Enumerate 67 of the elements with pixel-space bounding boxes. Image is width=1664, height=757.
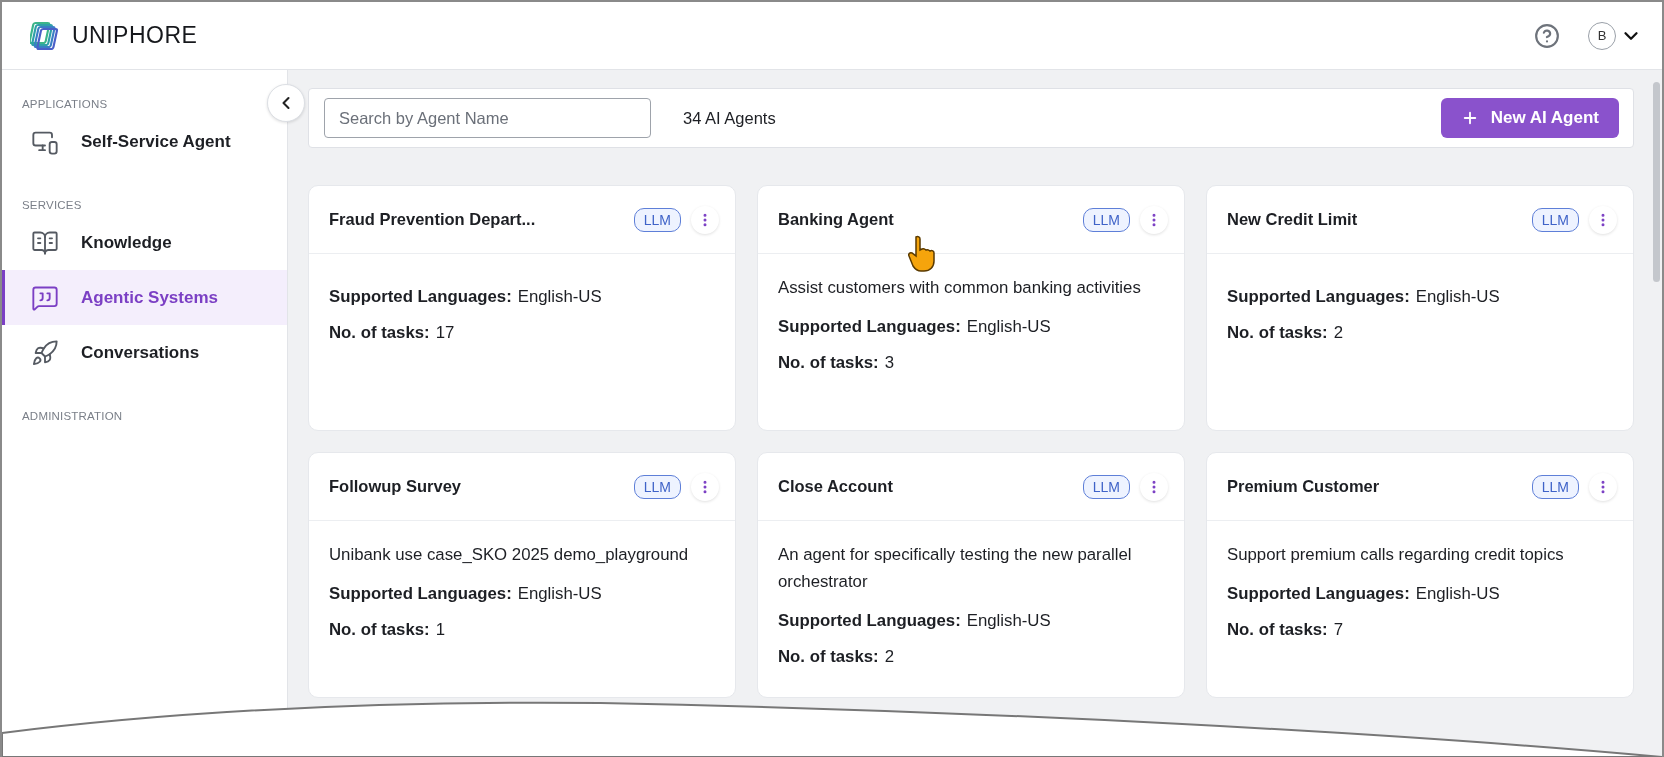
field-label: Supported Languages: <box>1227 286 1410 308</box>
collapse-sidebar-button[interactable] <box>267 84 305 122</box>
llm-badge: LLM <box>1531 474 1579 499</box>
field-value: 17 <box>435 322 455 344</box>
agent-card[interactable]: Fraud Prevention Depart... LLM Supported Languages: English-US No. of tasks: 17 <box>308 185 736 431</box>
card-title: Fraud Prevention Depart... <box>329 210 537 229</box>
section-title: ADMINISTRATION <box>21 410 124 422</box>
agent-card[interactable]: Followup Survey LLM Unibank use case_SKO 2025 demo_playground Supported Languages: English-US No. of tasks: 1 <box>308 452 736 698</box>
field-label: Supported Languages: <box>329 583 512 605</box>
field-label: No. of tasks: <box>1227 619 1328 641</box>
field-label: Supported Languages: <box>778 610 961 632</box>
card-title: Close Account <box>778 477 894 496</box>
more-options-button[interactable] <box>1140 472 1168 501</box>
llm-badge: LLM <box>1082 474 1130 499</box>
llm-badge: LLM <box>633 474 681 499</box>
field-label: No. of tasks: <box>778 352 879 374</box>
field-label: Supported Languages: <box>1227 583 1410 605</box>
card-description: Assist customers with common banking activities <box>778 277 1142 299</box>
field-value: 2 <box>884 646 895 668</box>
sidebar-item[interactable]: Knowledge <box>2 215 287 270</box>
card-description: An agent for specifically testing the new parallel orchestrator <box>778 544 1133 593</box>
new-agent-button[interactable]: New AI Agent <box>1440 98 1619 138</box>
llm-badge: LLM <box>1082 207 1130 232</box>
field-value: English-US <box>517 286 602 308</box>
more-options-button[interactable] <box>691 205 719 234</box>
help-icon[interactable] <box>1534 22 1560 49</box>
card-description: Unibank use case_SKO 2025 demo_playground <box>329 544 690 566</box>
section-title: SERVICES <box>21 199 83 211</box>
field-label: No. of tasks: <box>778 646 879 668</box>
more-options-button[interactable] <box>1589 205 1617 234</box>
more-options-button[interactable] <box>1589 472 1617 501</box>
agent-card[interactable]: Premium Customer LLM Support premium calls regarding credit topics Supported Languages: English-US No. of tasks: 7 <box>1206 452 1634 698</box>
field-value: 1 <box>435 619 446 641</box>
llm-badge: LLM <box>633 207 681 232</box>
field-value: English-US <box>966 610 1051 632</box>
field-value: 2 <box>1333 322 1344 344</box>
field-label: No. of tasks: <box>1227 322 1328 344</box>
sidebar-item-icon <box>31 338 59 367</box>
field-value: 3 <box>884 352 895 374</box>
card-title: Banking Agent <box>778 210 895 229</box>
field-value: English-US <box>966 316 1051 338</box>
field-label: Supported Languages: <box>778 316 961 338</box>
more-options-button[interactable] <box>691 472 719 501</box>
agent-card[interactable]: Banking Agent LLM Assist customers with common banking activities Supported Languages: English-US No. of tasks: 3 <box>757 185 1185 431</box>
more-options-button[interactable] <box>1140 205 1168 234</box>
field-label: Supported Languages: <box>329 286 512 308</box>
llm-badge: LLM <box>1531 207 1579 232</box>
field-label: No. of tasks: <box>329 619 430 641</box>
sidebar-item[interactable]: Conversations <box>2 325 287 380</box>
agent-card[interactable]: Close Account LLM An agent for specifically testing the new parallel orchestrator Supported Languages: English-US No. of tasks: 2 <box>757 452 1185 698</box>
field-value: English-US <box>1415 583 1500 605</box>
field-value: English-US <box>517 583 602 605</box>
logo-text: UNIPHORE <box>72 22 198 49</box>
scrollbar[interactable] <box>1653 82 1660 282</box>
sidebar-item[interactable]: Self-Service Agent <box>2 114 287 169</box>
field-value: 7 <box>1333 619 1344 641</box>
agent-card[interactable]: New Credit Limit LLM Supported Languages: English-US No. of tasks: 2 <box>1206 185 1634 431</box>
sidebar-item[interactable]: Agentic Systems <box>2 270 287 325</box>
field-value: English-US <box>1415 286 1500 308</box>
card-title: Premium Customer <box>1227 477 1381 496</box>
card-description: Support premium calls regarding credit topics <box>1227 544 1565 566</box>
field-label: No. of tasks: <box>329 322 430 344</box>
section-title: APPLICATIONS <box>21 98 109 110</box>
card-title: Followup Survey <box>329 477 463 496</box>
card-title: New Credit Limit <box>1227 210 1359 229</box>
agent-count: 34 AI Agents <box>683 108 777 128</box>
search-field[interactable]: Search by Agent Name <box>324 98 651 138</box>
